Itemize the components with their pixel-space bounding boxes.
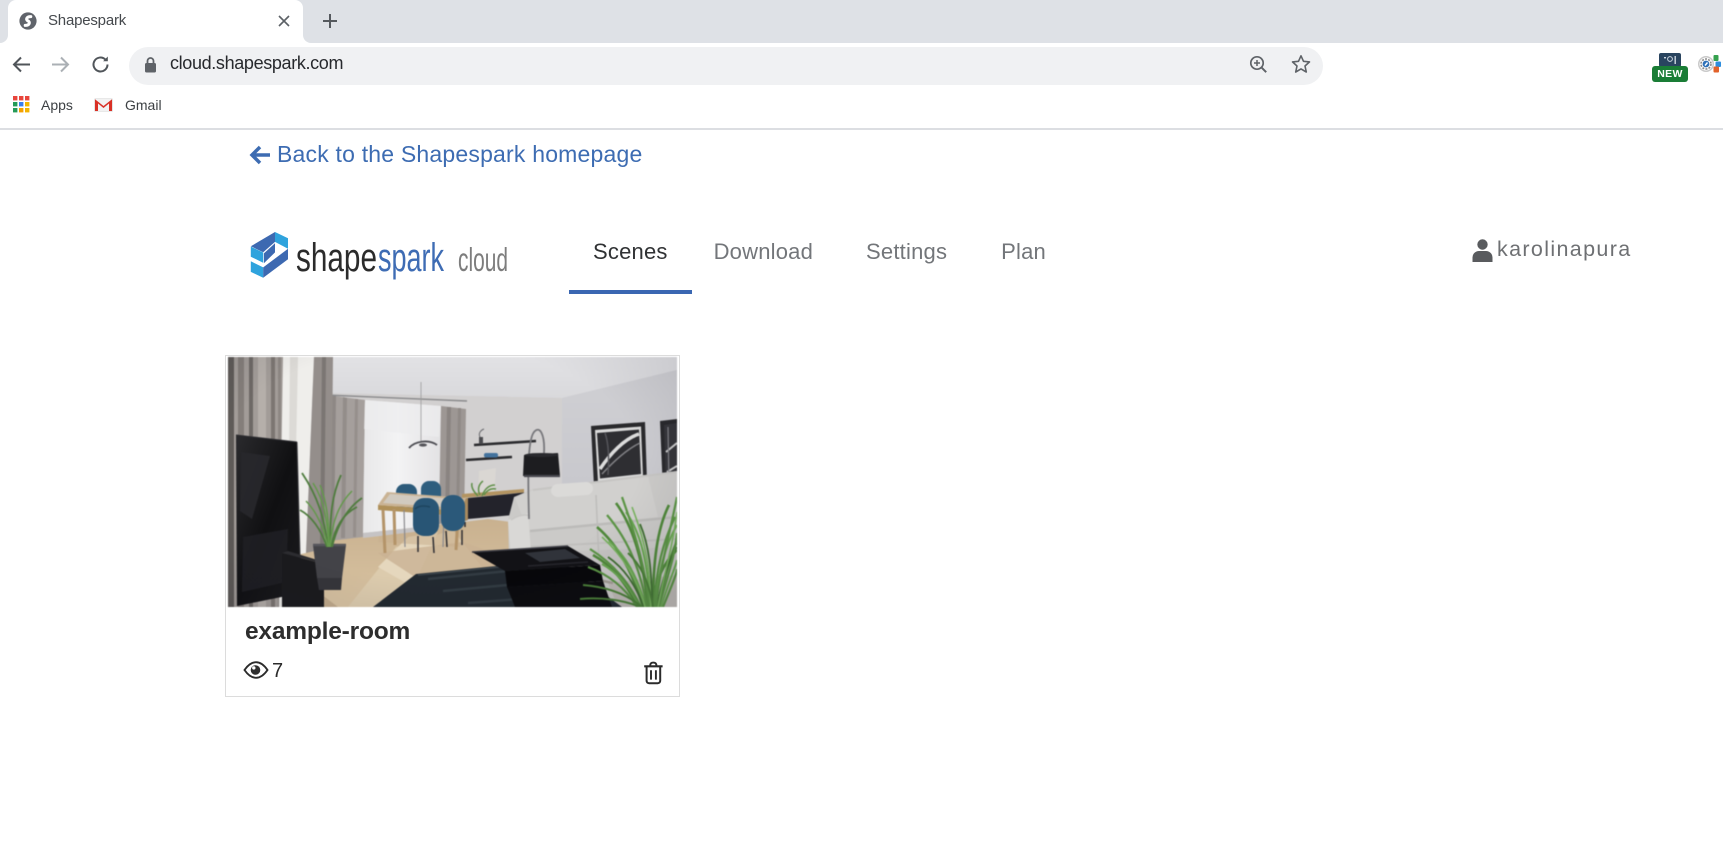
svg-text:spark: spark [378,236,445,280]
svg-text:shape: shape [296,236,377,280]
svg-text:cloud: cloud [458,241,508,278]
